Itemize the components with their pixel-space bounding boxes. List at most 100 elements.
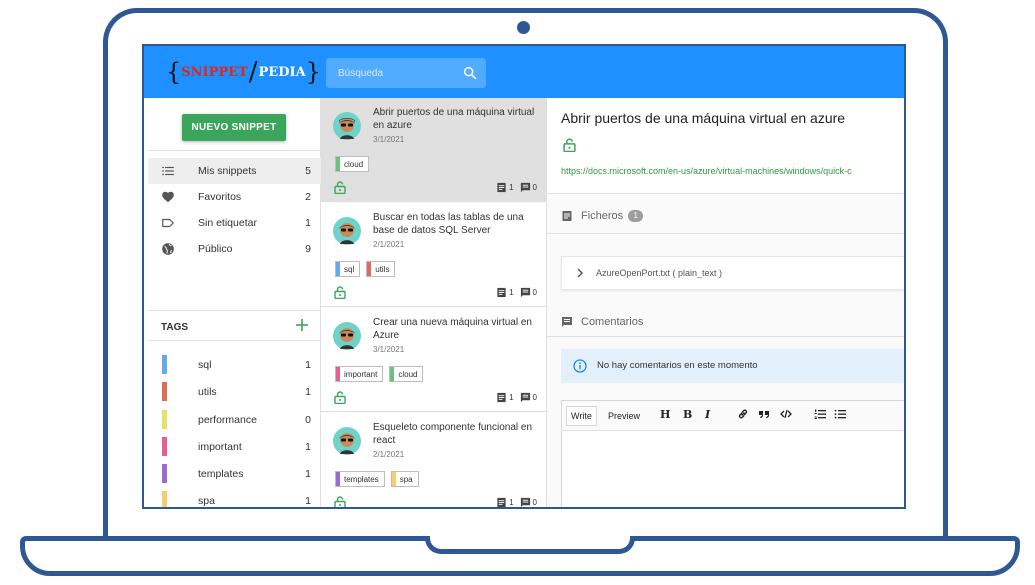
sidebar-item-count: 1	[305, 217, 311, 229]
comments-section-header: Comentarios	[561, 316, 643, 328]
tag-item-utils[interactable]: utils 1	[148, 379, 321, 406]
chip-label: sql	[344, 264, 355, 274]
sidebar-item-count: 9	[305, 243, 311, 255]
tag-count: 0	[305, 413, 311, 426]
new-snippet-button[interactable]: NUEVO SNIPPET	[182, 114, 286, 141]
search-input[interactable]	[326, 58, 461, 88]
sidebar-item-untagged[interactable]: Sin etiquetar 1	[148, 210, 321, 236]
snippet-tag-chip[interactable]: cloud	[389, 366, 424, 382]
code-icon[interactable]	[780, 408, 792, 420]
italic-button[interactable]: I	[705, 408, 710, 421]
heading-button[interactable]: H	[660, 408, 670, 421]
snippet-card[interactable]: Buscar en todas las tablas de una base d…	[321, 203, 546, 307]
info-icon	[573, 359, 587, 373]
tag-label: important	[198, 440, 242, 453]
tag-color-swatch	[162, 382, 167, 402]
snippet-stats: 1 0	[496, 497, 537, 507]
sidebar-nav: Mis snippets 5 Favoritos 2 Sin etiquetar…	[148, 158, 321, 262]
snippet-tag-chip[interactable]: spa	[390, 471, 419, 487]
sidebar-item-my-snippets[interactable]: Mis snippets 5	[148, 158, 321, 184]
files-count: 1	[509, 393, 514, 402]
chip-label: templates	[344, 474, 379, 484]
comment-icon	[520, 287, 530, 298]
tag-item-sql[interactable]: sql 1	[148, 352, 321, 379]
search-icon[interactable]	[462, 65, 478, 81]
tag-count: 1	[305, 386, 311, 399]
detail-title: Abrir puertos de una máquina virtual en …	[561, 110, 846, 126]
bullet-list-icon[interactable]	[834, 408, 846, 420]
lock-open-icon	[334, 286, 346, 299]
sidebar-item-favorites[interactable]: Favoritos 2	[148, 184, 321, 210]
lock-open-icon	[334, 181, 346, 194]
file-icon	[497, 392, 506, 403]
file-icon	[497, 182, 506, 193]
detail-header: Abrir puertos de una máquina virtual en …	[547, 98, 904, 194]
write-tab[interactable]: Write	[566, 406, 597, 426]
snippet-title: Abrir puertos de una máquina virtual en …	[373, 107, 535, 131]
add-tag-icon[interactable]	[294, 317, 310, 333]
lock-open-icon[interactable]	[563, 138, 576, 152]
bold-button[interactable]: B	[683, 408, 692, 421]
snippet-tag-chip[interactable]: sql	[335, 261, 361, 277]
avatar	[333, 217, 361, 245]
link-icon[interactable]	[737, 408, 749, 420]
chip-label: utils	[375, 264, 390, 274]
logo-brace-left: {	[166, 58, 182, 86]
tag-item-spa[interactable]: spa 1	[148, 488, 321, 508]
detail-link[interactable]: https://docs.microsoft.com/en-us/azure/v…	[561, 166, 852, 176]
sidebar-item-public[interactable]: Público 9	[148, 236, 321, 262]
logo-right-text: PEDIA	[258, 64, 306, 80]
sidebar-item-label: Sin etiquetar	[198, 217, 257, 229]
preview-tab[interactable]: Preview	[604, 406, 644, 426]
heart-icon	[162, 191, 174, 203]
comments-count: 0	[532, 498, 537, 507]
snippet-tag-chip[interactable]: cloud	[335, 156, 370, 172]
tag-count: 1	[305, 359, 311, 371]
numbered-list-icon[interactable]	[814, 408, 826, 420]
files-section-header: Ficheros 1	[561, 210, 644, 222]
chip-color	[367, 262, 372, 276]
sidebar: NUEVO SNIPPET Mis snippets 5 Favoritos 2…	[148, 98, 321, 508]
no-comments-text: No hay comentarios en este momento	[597, 360, 758, 371]
app-logo[interactable]: { SNIPPET / PEDIA }	[166, 57, 321, 87]
snippet-list: Abrir puertos de una máquina virtual en …	[321, 98, 547, 507]
tag-count: 1	[305, 468, 311, 481]
search-box	[326, 58, 486, 88]
label-outline-icon	[162, 218, 174, 228]
comment-editor: Write Preview H B I	[561, 400, 904, 507]
tag-item-performance[interactable]: performance 0	[148, 407, 321, 434]
file-row[interactable]: AzureOpenPort.txt ( plain_text )	[561, 256, 904, 290]
tag-color-swatch	[162, 409, 167, 429]
file-icon	[497, 497, 506, 507]
editor-toolbar: Write Preview H B I	[562, 401, 904, 431]
tag-item-important[interactable]: important 1	[148, 434, 321, 461]
lock-open-icon	[334, 496, 346, 507]
tag-count: 1	[305, 440, 311, 453]
snippet-tag-chip[interactable]: templates	[335, 471, 385, 487]
avatar	[333, 112, 361, 140]
tag-item-templates[interactable]: templates 1	[148, 461, 321, 488]
snippet-card[interactable]: Esqueleto componente funcional en react …	[321, 413, 546, 507]
section-divider	[547, 336, 904, 337]
sidebar-item-label: Mis snippets	[198, 165, 257, 177]
no-comments-alert: No hay comentarios en este momento	[561, 349, 904, 383]
snippet-stats: 1 0	[496, 392, 537, 403]
snippet-card[interactable]: Crear una nueva máquina virtual en Azure…	[321, 308, 546, 412]
section-divider	[547, 233, 904, 234]
snippet-tags: important cloud	[335, 366, 424, 382]
snippet-tag-chip[interactable]: important	[335, 366, 384, 382]
quote-icon[interactable]	[758, 408, 770, 420]
globe-icon	[162, 243, 174, 255]
tag-count: 1	[305, 495, 311, 508]
snippet-date: 3/1/2021	[373, 345, 405, 354]
snippet-card[interactable]: Abrir puertos de una máquina virtual en …	[321, 98, 546, 202]
chip-color	[336, 367, 340, 381]
comments-count: 0	[532, 183, 537, 192]
files-count: 1	[509, 183, 514, 192]
chevron-right-icon[interactable]	[574, 267, 586, 279]
comments-count: 0	[532, 393, 537, 402]
tag-color-swatch	[162, 464, 167, 484]
camera-dot	[517, 21, 530, 34]
snippet-tag-chip[interactable]: utils	[366, 261, 396, 277]
tag-label: performance	[198, 413, 257, 426]
